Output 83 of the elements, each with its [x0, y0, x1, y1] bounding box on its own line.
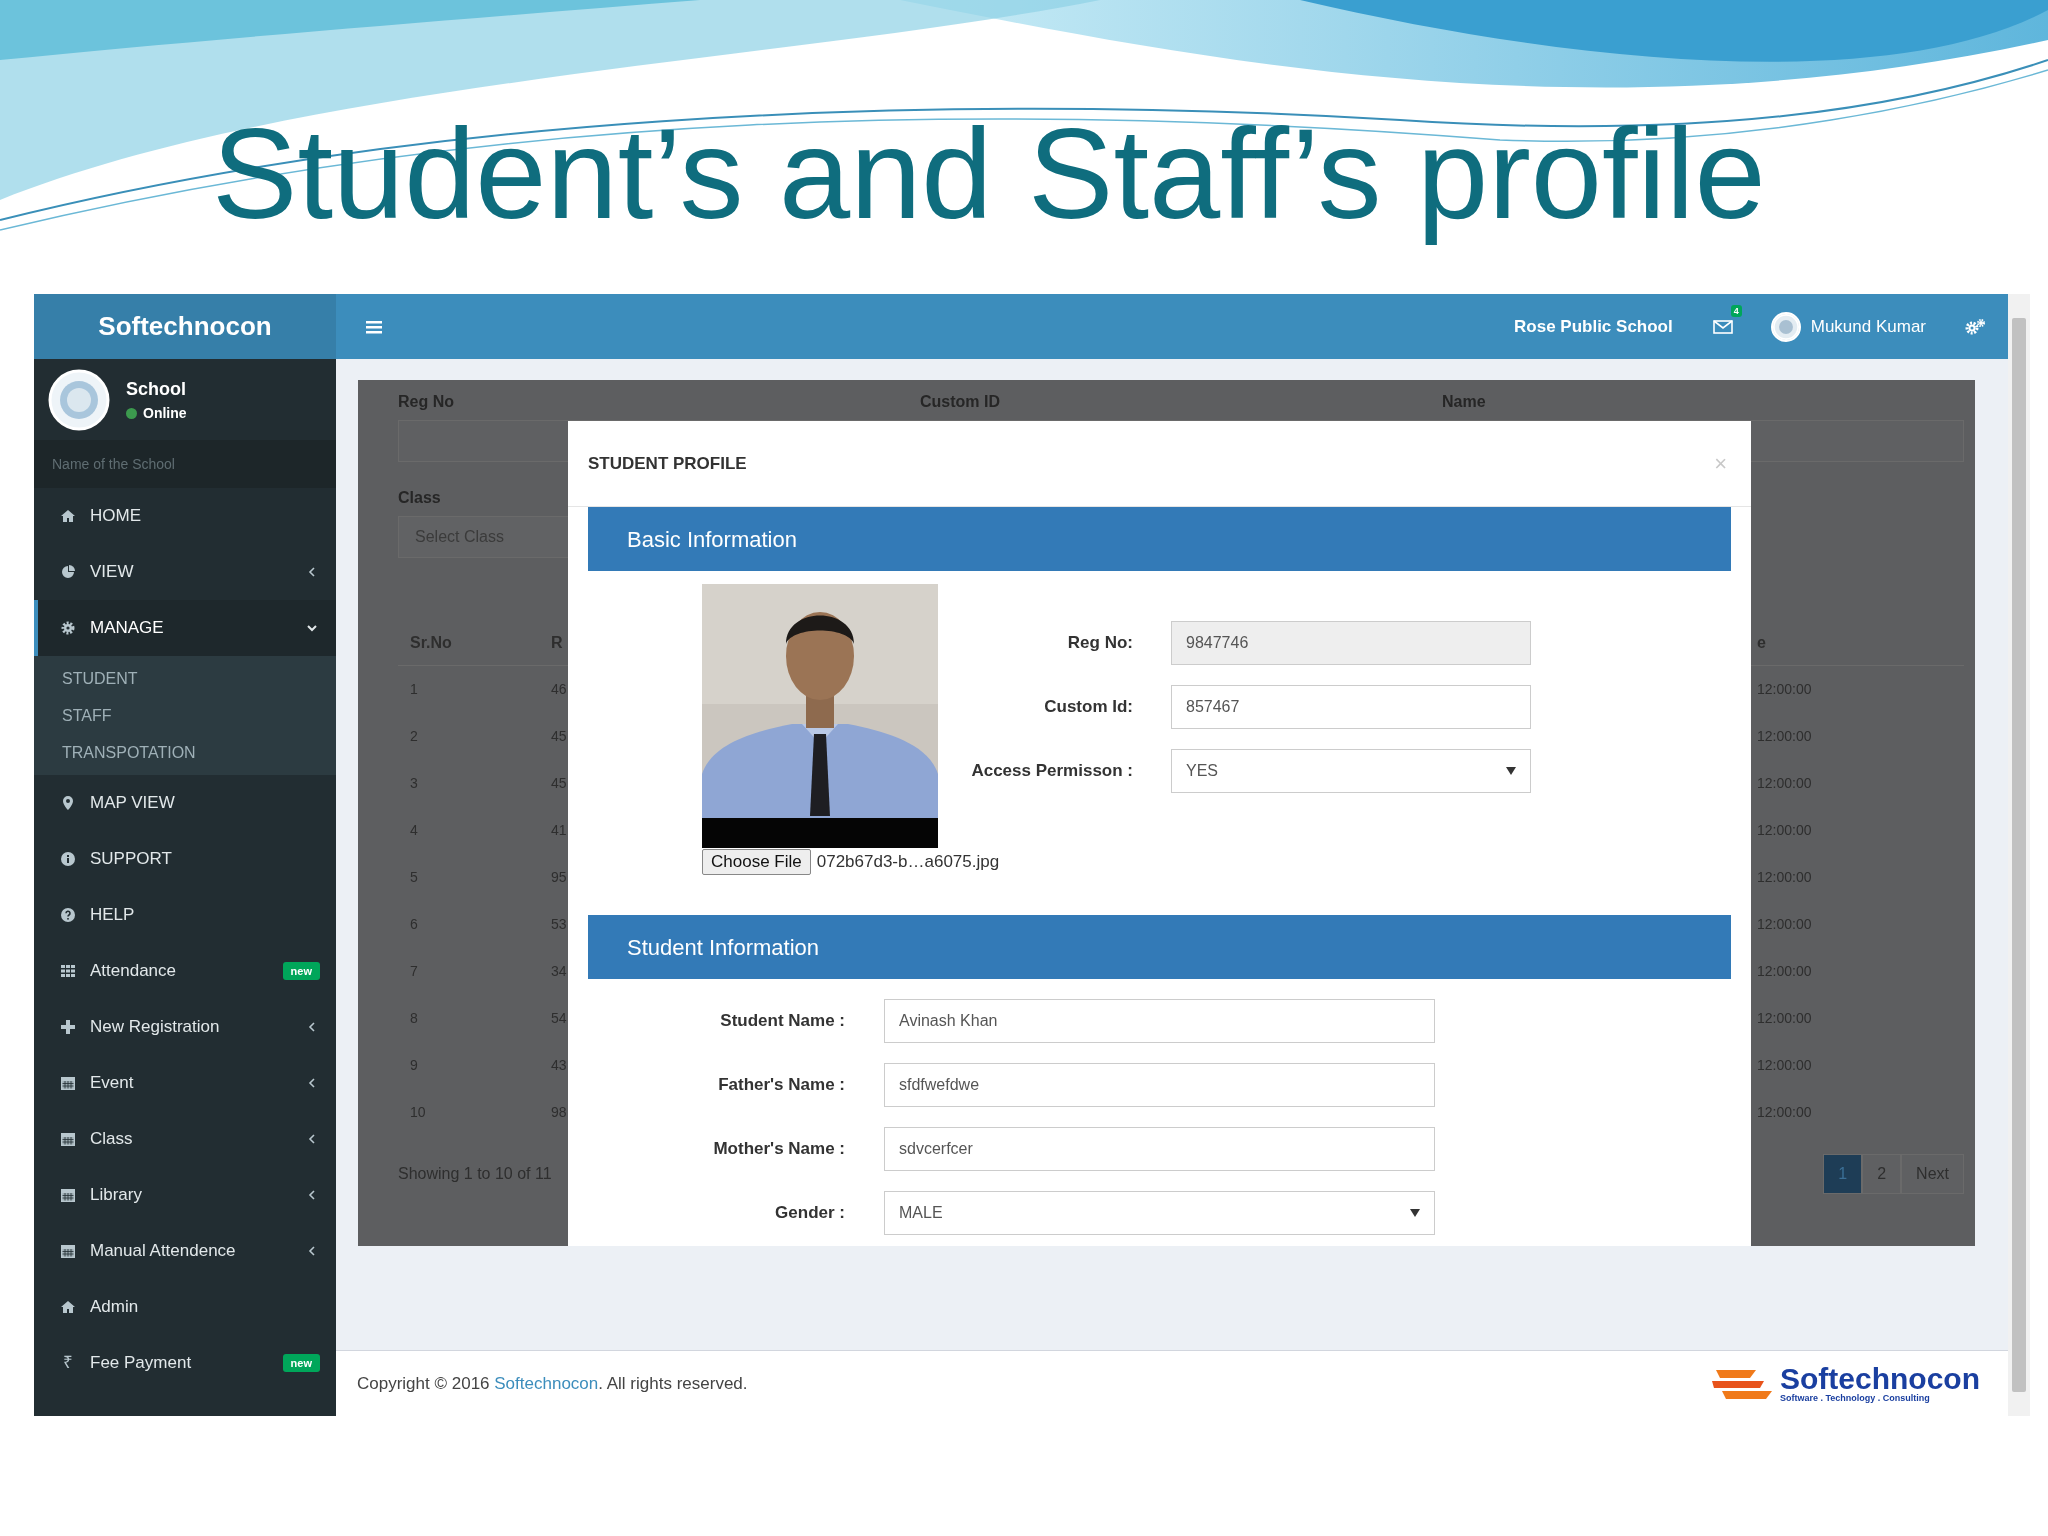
new-badge: new	[282, 961, 320, 981]
input-field[interactable]: sdvcerfcer	[884, 1127, 1435, 1171]
rupee-icon: ₹	[60, 1350, 76, 1376]
select-field[interactable]: MALE	[884, 1191, 1435, 1235]
sidebar-item[interactable]: ₹ Fee Payment new	[34, 1335, 336, 1391]
new-badge: new	[282, 1353, 320, 1373]
status-text: Online	[143, 403, 187, 423]
scrollbar[interactable]	[2008, 294, 2030, 1416]
home-icon	[60, 508, 76, 524]
submenu-item[interactable]: TRANSPOTATION	[34, 734, 336, 771]
logo-tagline: Software . Technology . Consulting	[1780, 1394, 1931, 1403]
field-label: Reg No:	[1066, 632, 1133, 655]
caret-icon	[1506, 767, 1516, 775]
logo-name: Softechnocon	[1780, 1364, 1980, 1394]
search-field[interactable]: Name of the School	[34, 440, 336, 488]
select-field[interactable]: YES	[1171, 749, 1531, 793]
user-name: School	[126, 377, 187, 401]
choose-file-button[interactable]: Choose File	[702, 849, 811, 875]
avatar-icon	[1770, 311, 1801, 342]
chevron-left-icon	[306, 1245, 318, 1257]
avatar-icon	[48, 368, 110, 431]
chevron-left-icon	[306, 1077, 318, 1089]
chevron-left-icon	[306, 1133, 318, 1145]
chevron-left-icon	[306, 1189, 318, 1201]
sidebar-item[interactable]: Admin	[34, 1279, 336, 1335]
field-label: Mother's Name :	[712, 1138, 845, 1161]
help-icon	[60, 907, 76, 923]
sidebar-item[interactable]: New Registration	[34, 999, 336, 1055]
sidebar-item[interactable]: Library	[34, 1167, 336, 1223]
sidebar-item[interactable]: SUPPORT	[34, 831, 336, 887]
sidebar-item[interactable]: Manual Attendence	[34, 1223, 336, 1279]
brand-logo[interactable]: Softechnocon	[34, 294, 336, 359]
field-label: Student Name :	[719, 1010, 845, 1033]
school-name: Rose Public School	[1514, 315, 1673, 338]
field-label: Father's Name :	[717, 1074, 845, 1097]
chevron-left-icon	[306, 566, 318, 578]
chevron-left-icon	[306, 1021, 318, 1033]
modal-title: STUDENT PROFILE	[588, 452, 747, 475]
footer-link[interactable]: Softechnocon	[494, 1373, 599, 1393]
field-label: Class	[398, 488, 442, 508]
pie-chart-icon	[60, 564, 76, 580]
sidebar-item[interactable]: Class	[34, 1111, 336, 1167]
file-name: 072b67d3-b…a6075.jpg	[816, 851, 1000, 874]
field-label: Access Permisson :	[970, 760, 1133, 783]
chevron-down-icon	[306, 622, 318, 634]
status-dot-icon	[126, 407, 137, 419]
map-pin-icon	[60, 795, 76, 811]
sidebar-item[interactable]: Event	[34, 1055, 336, 1111]
sidebar-item[interactable]: MANAGE	[34, 600, 336, 656]
input-field[interactable]: sfdfwefdwe	[884, 1063, 1435, 1107]
sidebar-item[interactable]: HOME	[34, 488, 336, 544]
sidebar-item[interactable]: HELP	[34, 887, 336, 943]
mail-count: 4	[1730, 304, 1742, 317]
field-label: Custom Id:	[1043, 696, 1133, 719]
input-field[interactable]: 857467	[1171, 685, 1531, 729]
plus-icon	[60, 1019, 76, 1035]
section-header: Basic Information	[588, 507, 1731, 571]
field-label: Custom ID	[920, 392, 1001, 412]
settings-icon[interactable]	[1964, 317, 1986, 336]
grid-icon	[60, 963, 76, 979]
copyright-text: Copyright © 2016 Softechnocon. All rights reserved.	[357, 1372, 748, 1395]
field-label: Gender :	[774, 1202, 845, 1225]
submenu-item[interactable]: STAFF	[34, 697, 336, 734]
calendar-icon	[60, 1131, 76, 1147]
info-icon	[60, 851, 76, 867]
caret-icon	[1410, 1209, 1420, 1217]
input-field[interactable]: Avinash Khan	[884, 999, 1435, 1043]
menu-icon[interactable]	[366, 318, 384, 335]
calendar-icon	[60, 1243, 76, 1259]
slide-title: Student’s and Staff’s profile	[212, 101, 1766, 247]
calendar-icon	[60, 1187, 76, 1203]
field-label: Name	[1442, 392, 1487, 412]
sidebar-item[interactable]: MAP VIEW	[34, 775, 336, 831]
sidebar-item[interactable]: VIEW	[34, 544, 336, 600]
user-name[interactable]: Mukund Kumar	[1810, 313, 1926, 340]
settings-icon	[60, 620, 76, 636]
submenu-item[interactable]: STUDENT	[34, 660, 336, 697]
calendar-icon	[60, 1075, 76, 1091]
field-label: Reg No	[398, 392, 455, 412]
home-icon	[60, 1299, 76, 1315]
section-header: Student Information	[588, 915, 1731, 979]
mail-icon[interactable]	[1712, 319, 1733, 336]
sidebar-item[interactable]: Attendance new	[34, 943, 336, 999]
